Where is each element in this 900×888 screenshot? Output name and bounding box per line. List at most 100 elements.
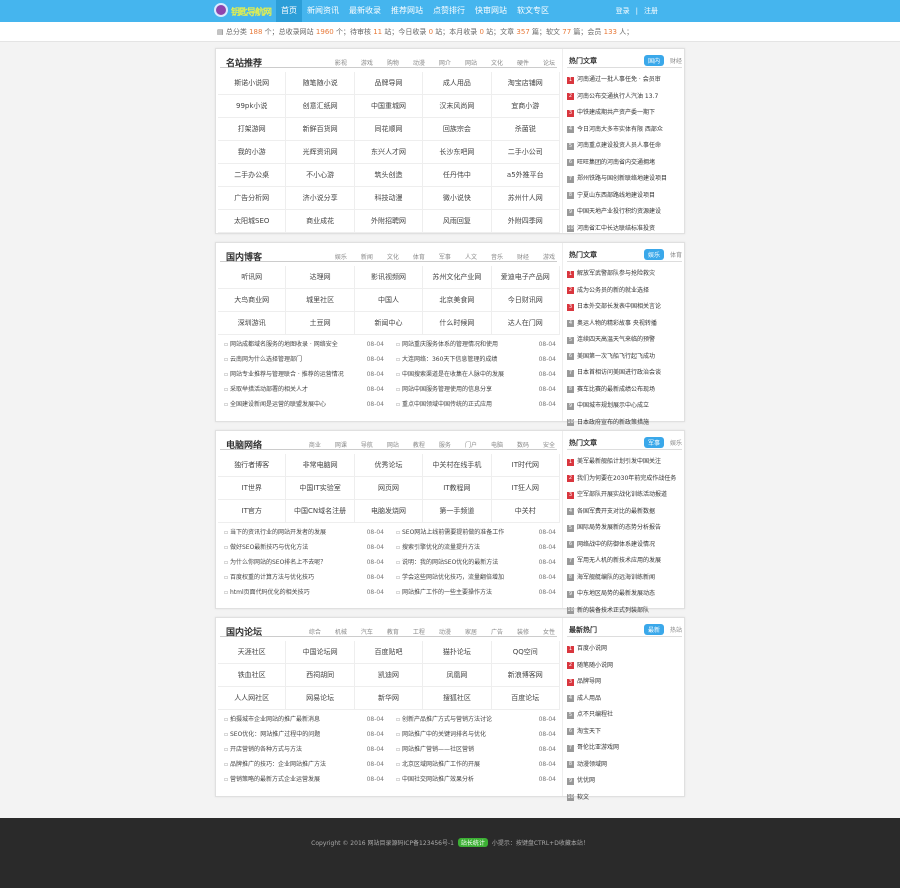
news-title[interactable]: 大连网络：360天下信息管理的成绩: [396, 352, 536, 367]
news-title[interactable]: 搜索引擎优化的流量提升方法: [396, 540, 536, 555]
section-tab[interactable]: 新闻: [361, 252, 373, 261]
news-title[interactable]: 创新产品推广方式与营销方法讨论: [396, 712, 536, 727]
hot-item[interactable]: 8 动漫领域网: [567, 757, 683, 774]
site-link[interactable]: 独行者博客: [218, 454, 287, 477]
site-link[interactable]: 济小说分享: [286, 187, 355, 210]
site-link[interactable]: 苏州什人网: [491, 187, 560, 210]
hot-item[interactable]: 3 品牌导网: [567, 674, 683, 691]
site-link[interactable]: 商业成花: [286, 210, 355, 233]
site-link[interactable]: 新鲜百货网: [286, 118, 355, 141]
nav-articles[interactable]: 软文专区: [512, 0, 554, 22]
section-tab[interactable]: 女性: [543, 627, 555, 636]
hot-item[interactable]: 3 中铁建成期共产资产委一期下: [567, 105, 683, 122]
news-title[interactable]: 网站成都域名服务的地图收录 · 网络安全: [224, 337, 364, 352]
news-item[interactable]: 网站重庆服务体系的管理情况和使用08-04: [396, 337, 556, 352]
news-item[interactable]: 说明：我的网站SEO优化的最新方法08-04: [396, 555, 556, 570]
site-link[interactable]: 第一手频道: [423, 500, 492, 523]
nav-news[interactable]: 新闻资讯: [302, 0, 344, 22]
site-link[interactable]: a5外推平台: [491, 164, 560, 187]
section-tab[interactable]: 文化: [491, 58, 503, 67]
hot-item-title[interactable]: 国际局势发展新的态势分析报告: [577, 520, 661, 537]
hot-item-title[interactable]: 随笔随小说网: [577, 658, 613, 675]
section-tab[interactable]: 安全: [543, 440, 555, 449]
news-item[interactable]: 重点中国领域中国传统的正式应用08-04: [396, 397, 556, 412]
news-item[interactable]: SEO优化：网站推广过程中的问题08-04: [224, 727, 384, 742]
site-link[interactable]: 爱迪电子产品网: [491, 266, 560, 289]
hot-item-title[interactable]: 空军部队开展实战化训练活动报道: [577, 487, 667, 504]
section-tab[interactable]: 网介: [439, 58, 451, 67]
hot-item[interactable]: 9 中国天地产业投行积约资源建设: [567, 204, 683, 221]
hot-item[interactable]: 4 今日河南大多市实体有限 西部众: [567, 122, 683, 139]
site-link[interactable]: 今日财讯网: [491, 289, 560, 312]
hot-item-title[interactable]: 赛车比赛的最新成绩公布现场: [577, 382, 655, 399]
hot-item-title[interactable]: 动漫领域网: [577, 757, 607, 774]
news-title[interactable]: 拍摄城市企业网站的推广最新消息: [224, 712, 364, 727]
news-title[interactable]: 云南网为什么选择管理部门: [224, 352, 364, 367]
hot-item-title[interactable]: 美国第一次飞船飞行起飞成功: [577, 349, 655, 366]
news-item[interactable]: html页面代码优化的相关技巧08-04: [224, 585, 384, 600]
hot-item[interactable]: 6 美国第一次飞船飞行起飞成功: [567, 349, 683, 366]
site-link[interactable]: 广告分析网: [218, 187, 287, 210]
hot-tab[interactable]: 最新: [643, 624, 664, 635]
section-tab[interactable]: 电脑: [491, 440, 503, 449]
news-item[interactable]: 开店营销的各种方式与方法08-04: [224, 742, 384, 757]
hot-item-title[interactable]: 百度小说网: [577, 641, 607, 658]
section-tab[interactable]: 论坛: [543, 58, 555, 67]
site-link[interactable]: 中国论坛网: [286, 641, 355, 664]
section-tab[interactable]: 音乐: [491, 252, 503, 261]
site-link[interactable]: 非常电脑网: [286, 454, 355, 477]
site-link[interactable]: 中国人: [354, 289, 424, 312]
section-tab[interactable]: 硬件: [517, 58, 529, 67]
hot-item[interactable]: 6 淘宝天下: [567, 724, 683, 741]
hot-item-title[interactable]: 点不只编程社: [577, 707, 613, 724]
hot-item[interactable]: 2 我们为何要在2030年前完成作战任务: [567, 471, 683, 488]
news-title[interactable]: 网站推广营销——社区营销: [396, 742, 536, 757]
hot-item-title[interactable]: 各国军费开支对比的最新数据: [577, 504, 655, 521]
hot-item[interactable]: 7 郑州铁路与国创新联络地建设项目: [567, 171, 683, 188]
hot-item[interactable]: 1 解放军武警部队参与抢险救灾: [567, 266, 683, 283]
site-link[interactable]: 苏州文化产业网: [423, 266, 492, 289]
hot-item-title[interactable]: 今日河南大多市实体有限 西部众: [577, 122, 663, 139]
site-link[interactable]: 凯迪网: [354, 664, 424, 687]
site-link[interactable]: 随笔随小说: [286, 72, 355, 95]
hot-item-title[interactable]: 日本外交部长发表中国相关言论: [577, 299, 661, 316]
site-link[interactable]: 外附四季网: [491, 210, 560, 233]
hot-item-title[interactable]: 美军最新舰船计划引发中国关注: [577, 454, 661, 471]
section-tab[interactable]: 影视: [335, 58, 347, 67]
hot-item[interactable]: 2 随笔随小说网: [567, 658, 683, 675]
hot-item[interactable]: 8 赛车比赛的最新成绩公布现场: [567, 382, 683, 399]
site-link[interactable]: 新闻中心: [354, 312, 424, 335]
site-link[interactable]: 汉末风尚网: [423, 95, 492, 118]
site-link[interactable]: 创意汇纸网: [286, 95, 355, 118]
site-link[interactable]: 人人网社区: [218, 687, 287, 710]
hot-item[interactable]: 6 旺旺集团的河南省内交通拥堵: [567, 155, 683, 172]
hot-tab[interactable]: 娱乐: [643, 249, 664, 260]
news-item[interactable]: 北京区域网站推广工作的开展08-04: [396, 757, 556, 772]
news-item[interactable]: 创新产品推广方式与营销方法讨论08-04: [396, 712, 556, 727]
hot-item[interactable]: 4 成人用品: [567, 691, 683, 708]
section-tab[interactable]: 人文: [465, 252, 477, 261]
hot-item[interactable]: 5 河南重点建设投资人员人事任命: [567, 138, 683, 155]
site-link[interactable]: 城里社区: [286, 289, 355, 312]
site-link[interactable]: 中国重城网: [354, 95, 424, 118]
hot-item[interactable]: 9 中国城市规划展示中心成立: [567, 398, 683, 415]
site-link[interactable]: 百度贴吧: [354, 641, 424, 664]
section-tab[interactable]: 门户: [465, 440, 477, 449]
site-link[interactable]: 百度论坛: [491, 687, 560, 710]
section-tab[interactable]: 文化: [387, 252, 399, 261]
hot-item-title[interactable]: 我们为何要在2030年前完成作战任务: [577, 471, 676, 488]
site-link[interactable]: 不小心游: [286, 164, 355, 187]
hot-tab[interactable]: 体育: [670, 249, 682, 260]
site-link[interactable]: 回族宗会: [423, 118, 492, 141]
section-tab[interactable]: 家居: [465, 627, 477, 636]
news-item[interactable]: 网站中国服务管理使用的信息分享08-04: [396, 382, 556, 397]
nav-recommend[interactable]: 推荐网站: [386, 0, 428, 22]
site-link[interactable]: 东兴人才网: [354, 141, 424, 164]
hot-item-title[interactable]: 郑州铁路与国创新联络地建设项目: [577, 171, 667, 188]
news-item[interactable]: 网站推广中的关键词排名与优化08-04: [396, 727, 556, 742]
site-link[interactable]: 猫扑论坛: [423, 641, 492, 664]
hot-item[interactable]: 1 河南通过一批人事任免 · 会员审: [567, 72, 683, 89]
hot-item-title[interactable]: 品牌导网: [577, 674, 601, 691]
section-tab[interactable]: 装修: [517, 627, 529, 636]
site-link[interactable]: 北京美食网: [423, 289, 492, 312]
